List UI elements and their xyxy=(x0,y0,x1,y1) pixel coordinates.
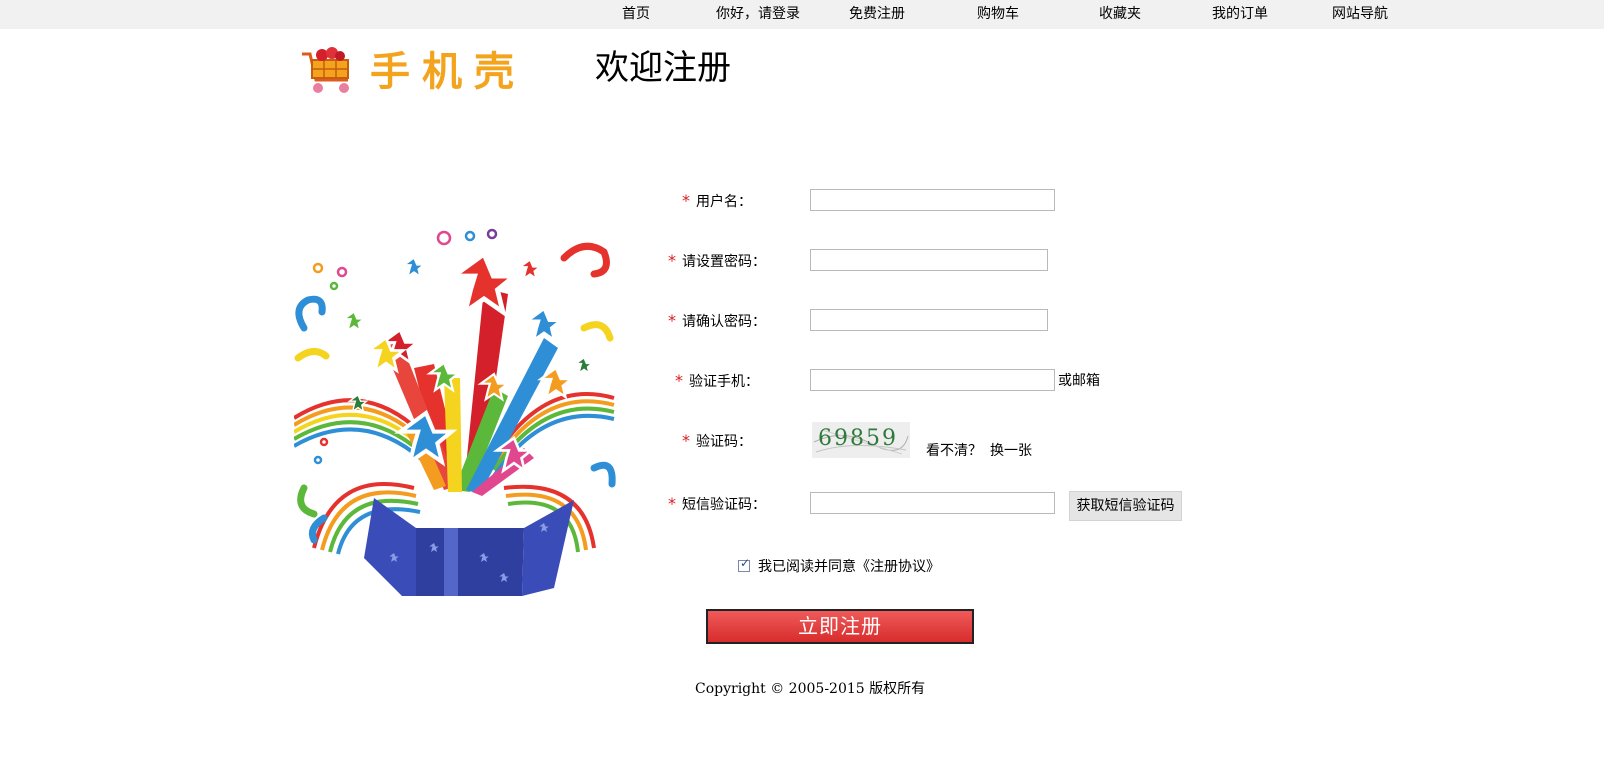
username-label-text: 用户名： xyxy=(696,194,752,210)
captcha-unclear-text: 看不清？ xyxy=(926,443,982,459)
password-label-text: 请设置密码： xyxy=(682,254,766,270)
copyright-text: Copyright © 2005-2015 版权所有 xyxy=(695,681,926,697)
nav-favorites-link[interactable]: 收藏夹 xyxy=(1099,0,1141,29)
logo-text: 手机壳 xyxy=(370,49,526,95)
captcha-refresh-link[interactable]: 换一张 xyxy=(990,440,1032,462)
captcha-label: * 验证码： xyxy=(682,430,752,453)
nav-sitemap-link[interactable]: 网站导航 xyxy=(1332,0,1388,29)
confirm-password-label: * 请确认密码： xyxy=(668,310,766,333)
celebration-illustration xyxy=(294,228,616,596)
email-option-link[interactable]: 或邮箱 xyxy=(1058,370,1100,392)
captcha-label-text: 验证码： xyxy=(696,434,752,450)
username-input[interactable] xyxy=(810,189,1055,211)
captcha-code: 69859 xyxy=(818,426,898,451)
sms-code-input[interactable] xyxy=(810,492,1055,514)
confirm-password-label-text: 请确认密码： xyxy=(682,314,766,330)
phone-label-text: 验证手机： xyxy=(689,374,759,390)
confirm-password-input[interactable] xyxy=(810,309,1048,331)
shopping-cart-icon xyxy=(302,47,349,93)
agreement-row: ✓ 我已阅读并同意《注册协议》 xyxy=(738,555,940,577)
sms-code-label: * 短信验证码： xyxy=(668,493,766,516)
phone-label: * 验证手机： xyxy=(675,370,759,393)
register-submit-button[interactable]: 立即注册 xyxy=(706,609,974,644)
required-mark: * xyxy=(668,311,676,330)
sms-code-label-text: 短信验证码： xyxy=(682,497,766,513)
phone-input[interactable] xyxy=(810,369,1055,391)
required-mark: * xyxy=(682,191,690,210)
page-title: 欢迎注册 xyxy=(595,48,731,88)
captcha-image[interactable]: 69859 xyxy=(812,422,910,458)
nav-login-link[interactable]: 你好，请登录 xyxy=(716,0,800,29)
username-label: * 用户名： xyxy=(682,190,752,213)
password-input[interactable] xyxy=(810,249,1048,271)
top-nav-bar: 首页 你好，请登录 免费注册 购物车 收藏夹 我的订单 网站导航 xyxy=(0,0,1604,29)
nav-cart-link[interactable]: 购物车 xyxy=(977,0,1019,29)
agreement-text[interactable]: 我已阅读并同意《注册协议》 xyxy=(758,556,940,576)
site-logo[interactable]: 手机壳 xyxy=(300,44,550,100)
password-label: * 请设置密码： xyxy=(668,250,766,273)
required-mark: * xyxy=(682,431,690,450)
nav-register-link[interactable]: 免费注册 xyxy=(849,0,905,29)
agreement-checkbox[interactable]: ✓ xyxy=(738,556,750,572)
check-icon: ✓ xyxy=(740,556,751,570)
required-mark: * xyxy=(668,494,676,513)
nav-orders-link[interactable]: 我的订单 xyxy=(1212,0,1268,29)
required-mark: * xyxy=(675,371,683,390)
required-mark: * xyxy=(668,251,676,270)
nav-home-link[interactable]: 首页 xyxy=(622,0,650,29)
get-sms-code-button[interactable]: 获取短信验证码 xyxy=(1069,491,1182,521)
